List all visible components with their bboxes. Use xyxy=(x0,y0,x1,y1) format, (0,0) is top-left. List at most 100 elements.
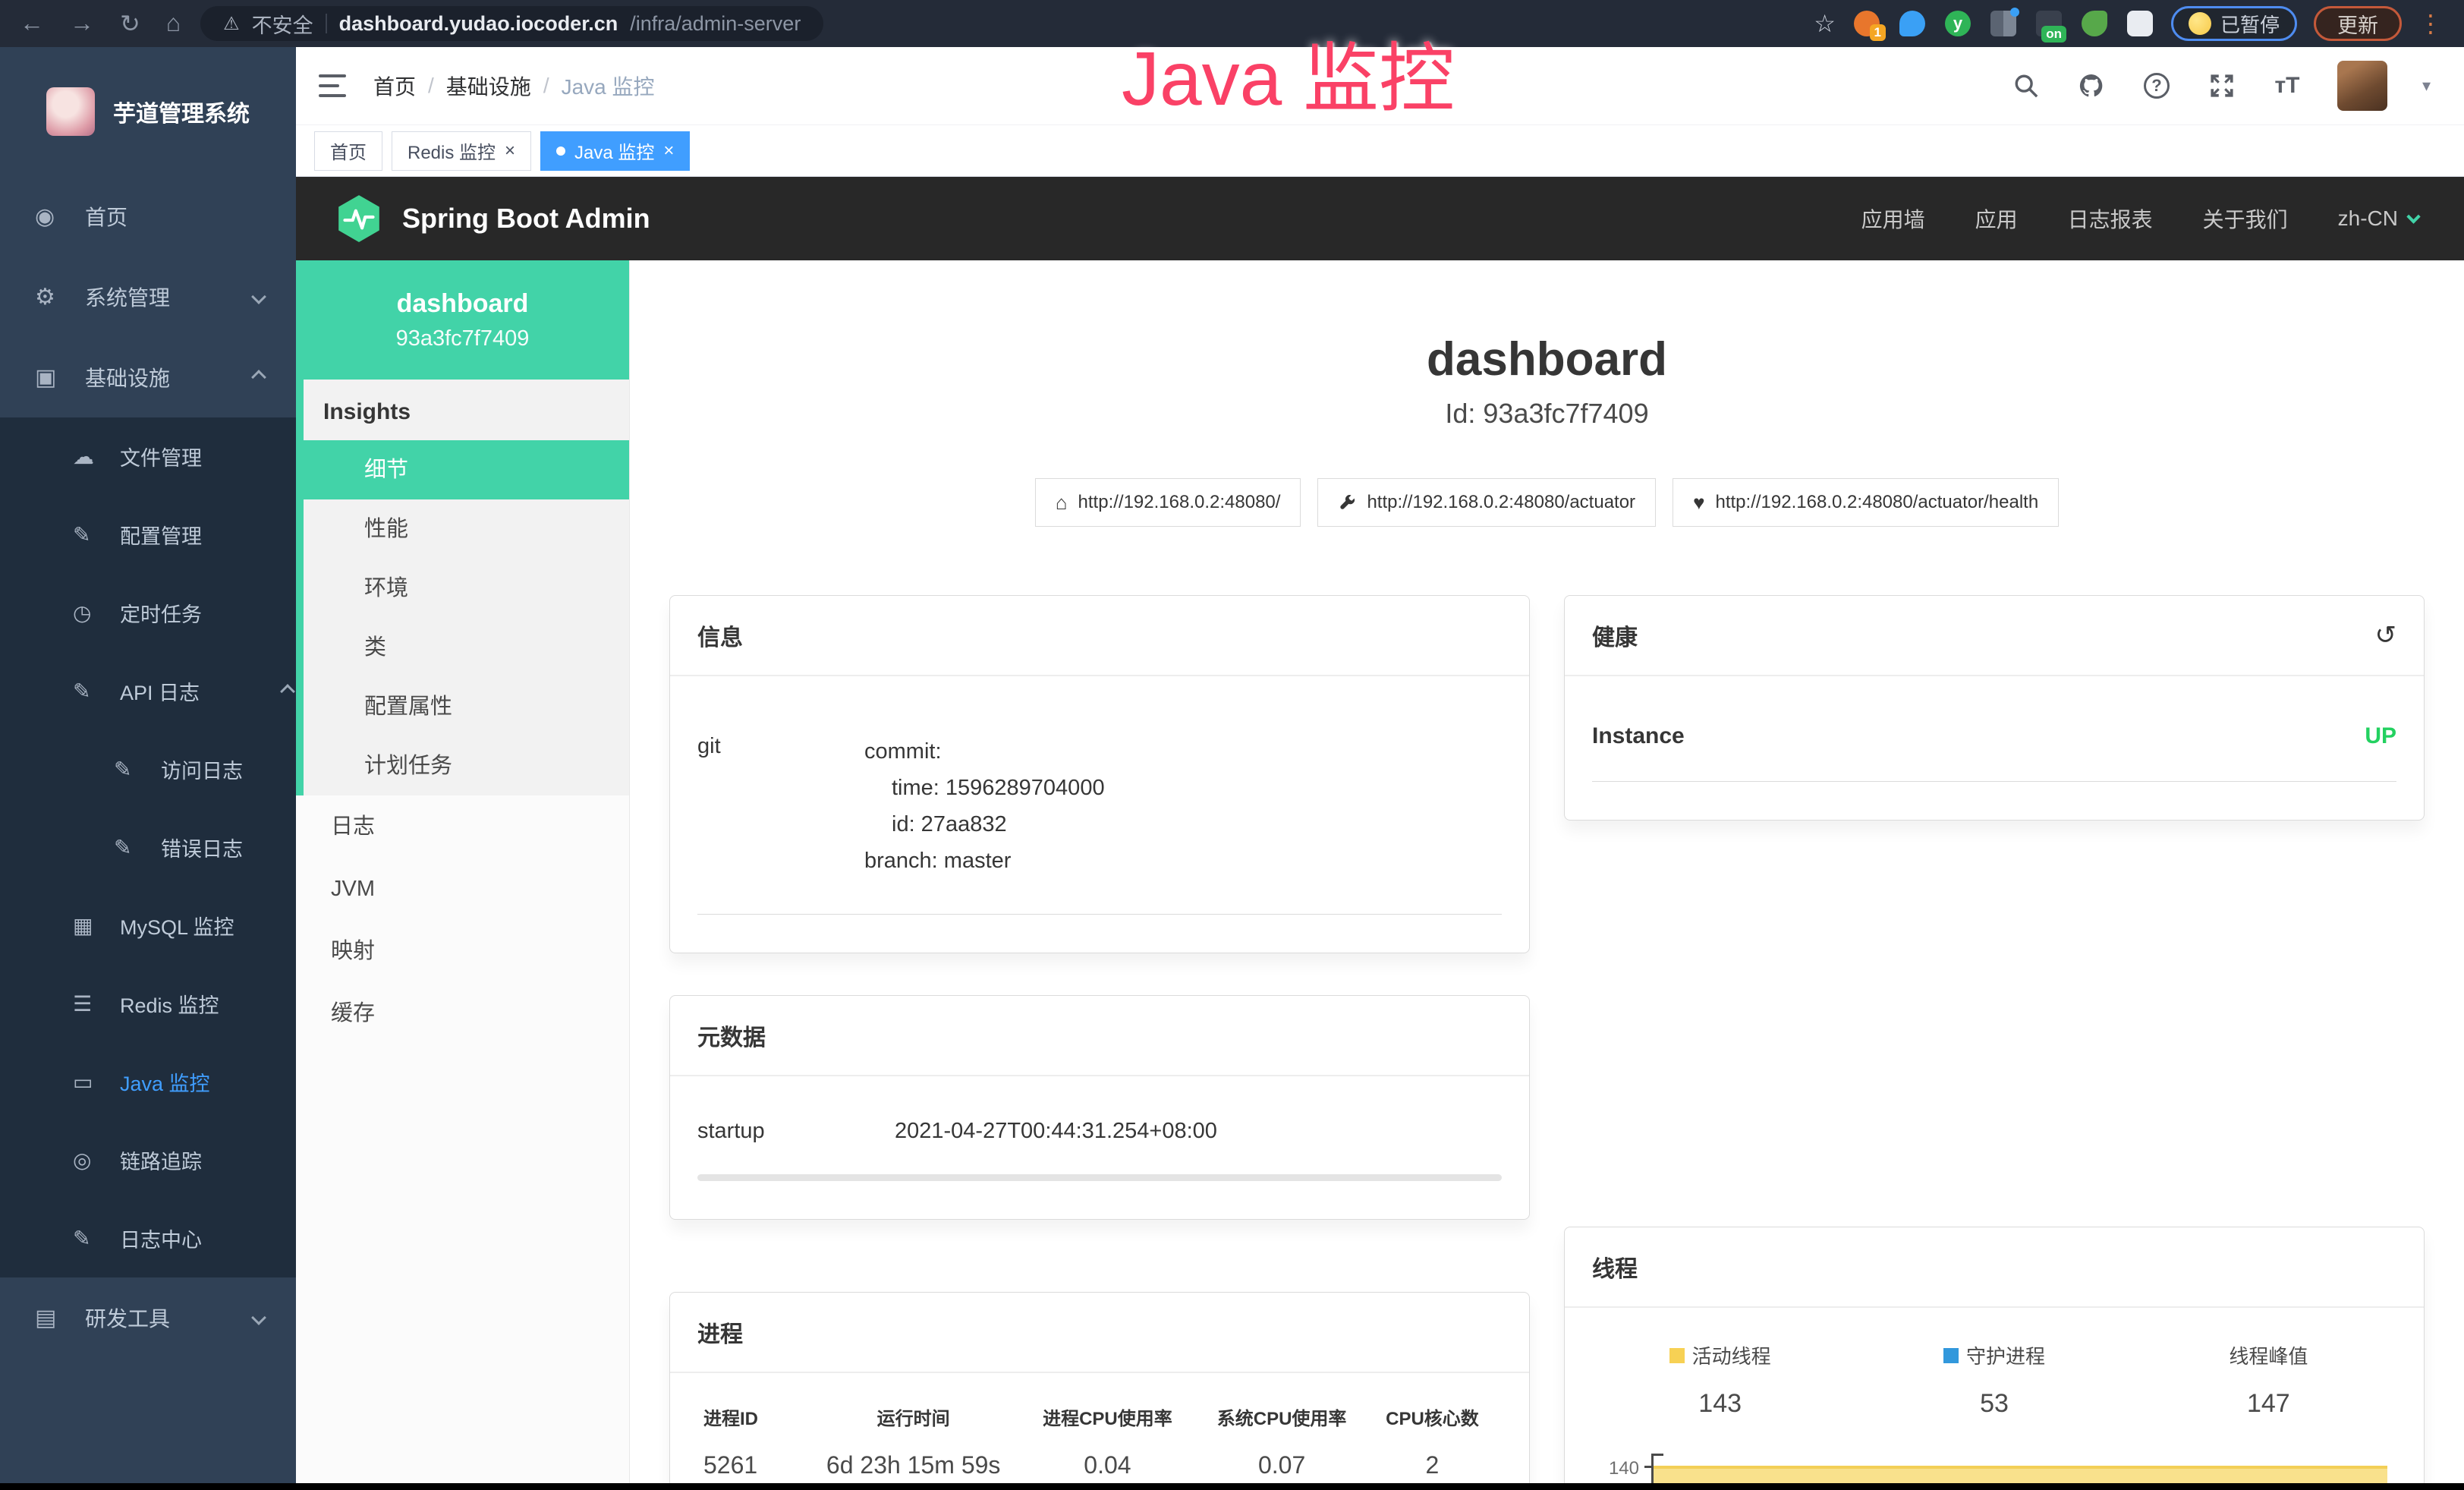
service-url-link[interactable]: ⌂ http://192.168.0.2:48080/ xyxy=(1035,478,1301,527)
profile-paused-badge[interactable]: 已暂停 xyxy=(2171,6,2297,41)
sba-item-scheduled-tasks[interactable]: 计划任务 xyxy=(304,736,629,795)
threads-card-body: 活动线程 143 守护进程 xyxy=(1565,1308,2424,1490)
browser-menu-icon[interactable]: ⋮ xyxy=(2418,9,2444,38)
help-icon[interactable]: ? xyxy=(2141,71,2172,101)
sidebar-item-error-logs[interactable]: ✎ 错误日志 xyxy=(0,808,296,887)
sba-item-jvm[interactable]: JVM xyxy=(296,858,629,920)
paused-label: 已暂停 xyxy=(2220,10,2280,38)
sidebar-item-access-logs[interactable]: ✎ 访问日志 xyxy=(0,730,296,808)
sidebar-item-trace[interactable]: ◎ 链路追踪 xyxy=(0,1121,296,1199)
git-branch-line: branch: master xyxy=(864,843,1502,880)
chevron-down-icon xyxy=(251,289,266,304)
sba-brand[interactable]: Spring Boot Admin xyxy=(402,203,650,235)
sidebar-item-system[interactable]: ⚙ 系统管理 xyxy=(0,257,296,337)
fullscreen-icon[interactable] xyxy=(2207,71,2237,101)
user-menu-caret-icon[interactable]: ▾ xyxy=(2422,76,2431,96)
breadcrumb-item[interactable]: 首页 xyxy=(373,71,416,101)
sidebar-item-label: 错误日志 xyxy=(161,833,243,862)
health-card-body: Instance UP xyxy=(1565,676,2424,820)
extension-icon[interactable]: y xyxy=(1943,9,1972,38)
extension-icon[interactable]: on xyxy=(2034,9,2063,38)
extension-icon[interactable] xyxy=(1898,9,1927,38)
metadata-row: startup 2021-04-27T00:44:31.254+08:00 xyxy=(697,1076,1502,1174)
hamburger-icon[interactable] xyxy=(319,74,346,97)
sidebar-item-infrastructure[interactable]: ▣ 基础设施 xyxy=(0,337,296,417)
sidebar-item-home[interactable]: ◉ 首页 xyxy=(0,176,296,257)
legend-value: 147 xyxy=(2247,1389,2290,1419)
extension-icon[interactable] xyxy=(2080,9,2109,38)
sidebar-item-redis-monitor[interactable]: ☰ Redis 监控 xyxy=(0,965,296,1043)
history-icon[interactable]: ↺ xyxy=(2375,620,2397,650)
sba-item-config-props[interactable]: 配置属性 xyxy=(304,677,629,736)
question-glyph: ? xyxy=(2144,73,2170,99)
log-icon: ✎ xyxy=(114,757,146,782)
sba-logo-icon[interactable] xyxy=(334,194,384,244)
back-icon[interactable]: ← xyxy=(20,9,44,38)
pin-icon xyxy=(1899,11,1925,36)
url-host: dashboard.yudao.iocoder.cn xyxy=(339,12,618,36)
tab-redis-monitor[interactable]: Redis 监控 × xyxy=(392,131,531,171)
tab-home[interactable]: 首页 xyxy=(314,131,382,171)
sba-language-select[interactable]: zh-CN xyxy=(2338,206,2418,231)
sba-item-mappings[interactable]: 映射 xyxy=(296,920,629,982)
sidebar-item-mysql-monitor[interactable]: ▦ MySQL 监控 xyxy=(0,887,296,965)
sba-nav-applications[interactable]: 应用 xyxy=(1975,203,2018,234)
sba-main: dashboard Id: 93a3fc7f7409 ⌂ http://192.… xyxy=(630,260,2464,1490)
sidebar-item-dev-tools[interactable]: ▤ 研发工具 xyxy=(0,1277,296,1358)
reload-icon[interactable]: ↻ xyxy=(120,9,140,38)
sba-nav-journal[interactable]: 日志报表 xyxy=(2068,203,2153,234)
app-logo-row[interactable]: 芋道管理系统 xyxy=(0,47,296,176)
sba-nav-wallboard[interactable]: 应用墙 xyxy=(1861,203,1925,234)
sba-item-environment[interactable]: 环境 xyxy=(304,559,629,618)
process-card-title: 进程 xyxy=(670,1293,1529,1373)
extensions-puzzle-icon[interactable] xyxy=(2126,9,2154,38)
sidebar-item-label: 首页 xyxy=(85,201,127,232)
sidebar-item-config-manage[interactable]: ✎ 配置管理 xyxy=(0,496,296,574)
sidebar-item-log-center[interactable]: ✎ 日志中心 xyxy=(0,1199,296,1277)
health-url-link[interactable]: ♥ http://192.168.0.2:48080/actuator/heal… xyxy=(1673,478,2059,527)
horizontal-scrollbar[interactable] xyxy=(697,1174,1502,1181)
tab-java-monitor[interactable]: Java 监控 × xyxy=(540,131,690,171)
address-bar[interactable]: ⚠ 不安全 dashboard.yudao.iocoder.cn /infra/… xyxy=(200,6,823,41)
wrench-icon xyxy=(1338,493,1356,512)
sidebar-item-label: 配置管理 xyxy=(120,520,202,550)
home-icon[interactable]: ⌂ xyxy=(166,9,181,38)
health-row[interactable]: Instance UP xyxy=(1592,676,2396,782)
metadata-card-title: 元数据 xyxy=(670,996,1529,1076)
legend-item-peak: 线程峰值 147 xyxy=(2132,1341,2406,1419)
sidebar-item-scheduled-jobs[interactable]: ◷ 定时任务 xyxy=(0,574,296,652)
sba-item-caches[interactable]: 缓存 xyxy=(296,982,629,1044)
bookmark-star-icon[interactable]: ☆ xyxy=(1814,9,1836,38)
breadcrumb-current: Java 监控 xyxy=(562,71,655,101)
forward-icon[interactable]: → xyxy=(70,9,94,38)
sba-item-logs[interactable]: 日志 xyxy=(296,795,629,858)
sidebar-item-java-monitor[interactable]: ▭ Java 监控 xyxy=(0,1043,296,1121)
sba-item-details[interactable]: 细节 xyxy=(304,440,629,499)
font-size-icon[interactable]: тT xyxy=(2272,71,2302,101)
process-card: 进程 进程ID 运行时间 进程CPU使用率 系统CPU使用率 xyxy=(669,1292,1530,1490)
close-icon[interactable]: × xyxy=(663,140,674,162)
search-icon[interactable] xyxy=(2011,71,2041,101)
extension-icon[interactable]: 1 xyxy=(1852,9,1881,38)
insights-group: Insights 细节 性能 环境 类 配置属性 计划任务 xyxy=(296,380,629,795)
sidebar-item-label: 访问日志 xyxy=(161,754,243,784)
threads-card-title: 线程 xyxy=(1565,1227,2424,1308)
close-icon[interactable]: × xyxy=(505,140,515,162)
actuator-url-link[interactable]: http://192.168.0.2:48080/actuator xyxy=(1317,478,1656,527)
annotation-overlay-text: Java 监控 xyxy=(1122,17,1455,127)
github-icon[interactable] xyxy=(2076,71,2107,101)
sba-nav-about[interactable]: 关于我们 xyxy=(2203,203,2288,234)
user-avatar[interactable] xyxy=(2337,61,2387,111)
axis-cap xyxy=(1651,1454,1663,1456)
instance-header[interactable]: dashboard 93a3fc7f7409 xyxy=(296,260,629,380)
chrome-update-button[interactable]: 更新 xyxy=(2314,6,2402,41)
sidebar-item-file-manage[interactable]: ☁ 文件管理 xyxy=(0,417,296,496)
sidebar-item-label: 文件管理 xyxy=(120,442,202,471)
breadcrumb-item[interactable]: 基础设施 xyxy=(446,71,531,101)
column-header: 进程ID xyxy=(703,1403,807,1430)
sidebar-item-api-logs[interactable]: ✎ API 日志 xyxy=(0,652,296,730)
sidebar-item-label: API 日志 xyxy=(120,676,200,706)
sba-item-metrics[interactable]: 性能 xyxy=(304,499,629,559)
sba-item-classes[interactable]: 类 xyxy=(304,618,629,677)
extension-icon[interactable] xyxy=(1989,9,2018,38)
